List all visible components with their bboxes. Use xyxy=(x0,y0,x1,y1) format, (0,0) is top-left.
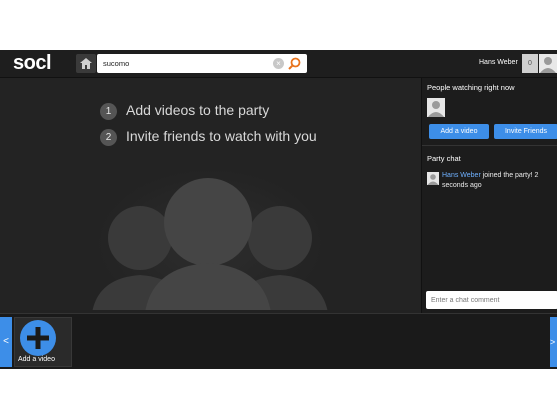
party-sidebar: People watching right now Add a video In… xyxy=(421,78,557,313)
avatar-icon xyxy=(540,57,556,73)
chat-comment-input[interactable] xyxy=(426,291,557,309)
step-invite-friends: 2 Invite friends to watch with you xyxy=(100,128,317,146)
people-placeholder-icon xyxy=(92,178,328,310)
clear-icon[interactable]: × xyxy=(273,58,284,69)
panel-divider xyxy=(422,145,557,146)
top-bar: socl × Hans Weber 0 xyxy=(0,50,557,78)
viewer-avatar[interactable] xyxy=(427,98,445,117)
add-video-button[interactable]: Add a video xyxy=(429,124,489,139)
user-avatar[interactable] xyxy=(539,54,557,73)
step-number: 2 xyxy=(100,129,117,146)
add-circle xyxy=(20,320,56,356)
home-icon xyxy=(80,58,92,69)
search-input[interactable] xyxy=(103,54,263,73)
chat-message-user[interactable]: Hans Weber xyxy=(442,172,481,179)
socl-app: socl × Hans Weber 0 1Add videos to the xyxy=(0,50,557,369)
chat-message: Hans Weber joined the party! 2 seconds a… xyxy=(442,171,554,191)
party-chat-heading: Party chat xyxy=(427,154,461,163)
search-icon[interactable] xyxy=(288,57,301,70)
add-video-tile-label: Add a video xyxy=(18,356,55,363)
playlist-prev-button[interactable]: < xyxy=(0,317,12,367)
avatar-icon xyxy=(427,174,439,185)
step-add-videos: 1 Add videos to the party xyxy=(100,102,269,120)
playlist-strip: < Add a video > xyxy=(0,313,557,369)
home-button[interactable] xyxy=(76,54,96,73)
step-number: 1 xyxy=(100,103,117,120)
watching-heading: People watching right now xyxy=(427,83,515,92)
invite-friends-button[interactable]: Invite Friends xyxy=(494,124,557,139)
video-stage[interactable]: 1 Add videos to the party 2 Invite friends… xyxy=(0,78,420,310)
add-video-tile[interactable]: Add a video xyxy=(14,317,72,367)
notification-count[interactable]: 0 xyxy=(522,54,538,73)
plus-icon xyxy=(27,327,49,349)
user-name[interactable]: Hans Weber xyxy=(479,59,518,66)
step-text: Invite friends to watch with you xyxy=(126,128,317,144)
socl-logo[interactable]: socl xyxy=(13,52,52,75)
step-text: Add videos to the party xyxy=(126,102,270,118)
avatar-icon xyxy=(428,101,444,117)
search-box: × xyxy=(97,54,307,73)
playlist-next-button[interactable]: > xyxy=(550,317,557,367)
chat-avatar[interactable] xyxy=(427,172,439,185)
